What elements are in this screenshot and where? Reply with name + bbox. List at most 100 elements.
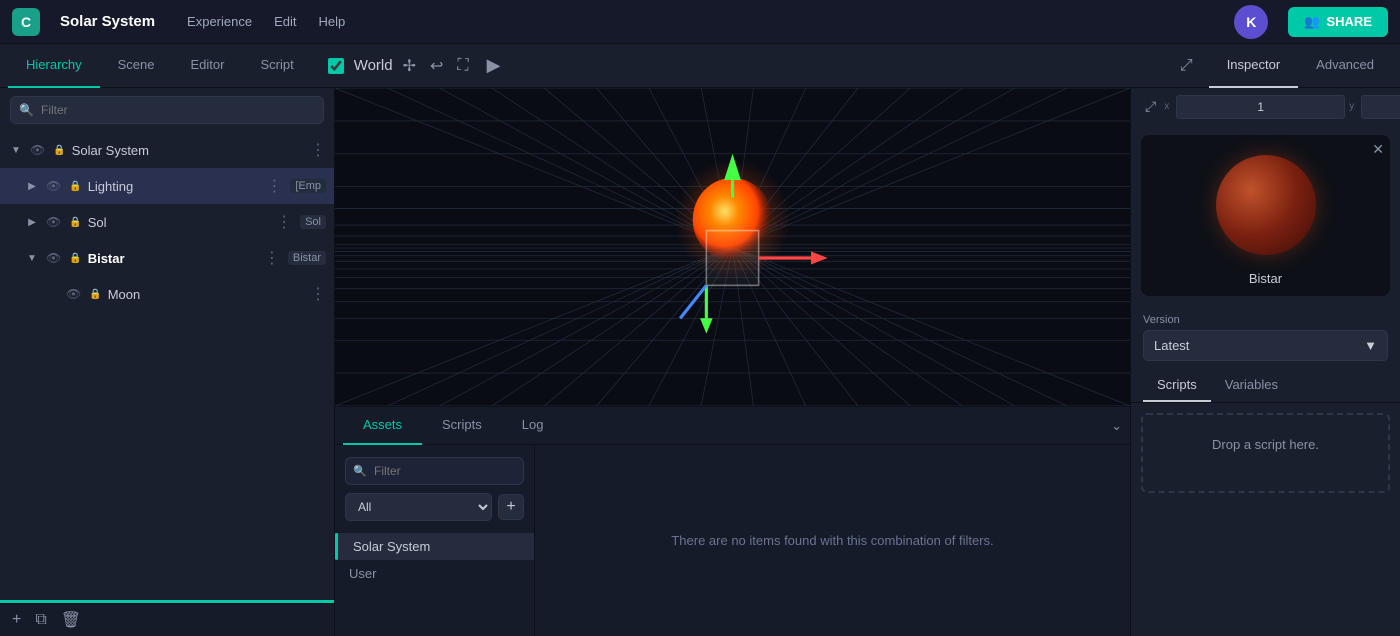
- xyz-y-group: y: [1349, 95, 1400, 119]
- inspector-panel: ⤢ x y z ✕ Bistar Version Latest: [1130, 88, 1400, 636]
- fullscreen-icon[interactable]: ⛶: [457, 57, 468, 75]
- eye-sol[interactable]: 👁: [46, 215, 61, 229]
- bistar-preview: ✕ Bistar: [1141, 135, 1390, 296]
- chevron-sol[interactable]: ▶: [24, 217, 40, 228]
- sv-tab-scripts[interactable]: Scripts: [1143, 369, 1211, 402]
- lock-solar-system[interactable]: 🔒: [53, 145, 65, 156]
- lock-bistar[interactable]: 🔒: [69, 253, 81, 264]
- hier-item-lighting[interactable]: ▶ 👁 🔒 Lighting ⋮ [Emp: [0, 168, 334, 204]
- xyz-x-group: x: [1164, 95, 1345, 119]
- nav-menu: Experience Edit Help: [185, 10, 347, 33]
- expand-xyz-icon[interactable]: ⤢: [1141, 94, 1160, 119]
- hierarchy-panel: 🔍 ▼ 👁 🔒 Solar System ⋮ ▶ 👁 🔒 Lighting ⋮ …: [0, 88, 335, 636]
- scripts-vars-tabs: Scripts Variables: [1131, 369, 1400, 403]
- inspector-tab-inspector[interactable]: Inspector: [1209, 44, 1298, 88]
- main-layout: 🔍 ▼ 👁 🔒 Solar System ⋮ ▶ 👁 🔒 Lighting ⋮ …: [0, 88, 1400, 636]
- y-label: y: [1349, 101, 1359, 112]
- label-bistar: Bistar: [88, 251, 260, 266]
- active-group-bar: [335, 533, 338, 560]
- bottom-panel: Assets Scripts Log ⌄ 🔍 All: [335, 406, 1130, 636]
- expand-viewport-button[interactable]: ⤢: [1180, 57, 1193, 75]
- asset-filter-input[interactable]: [345, 457, 524, 485]
- dots-bistar[interactable]: ⋮: [264, 248, 280, 268]
- hier-item-sol[interactable]: ▶ 👁 🔒 Sol ⋮ Sol: [0, 204, 334, 240]
- world-section: World ✢ ↩ ⛶ ▶ ⤢: [312, 55, 1209, 76]
- tag-bistar: Bistar: [288, 251, 326, 265]
- tab-scene[interactable]: Scene: [100, 44, 173, 88]
- tab-editor[interactable]: Editor: [173, 44, 243, 88]
- inspector-tab-advanced[interactable]: Advanced: [1298, 44, 1392, 88]
- hier-item-solar-system[interactable]: ▼ 👁 🔒 Solar System ⋮: [0, 132, 334, 168]
- xyz-x-input[interactable]: [1176, 95, 1345, 119]
- bottom-tab-assets[interactable]: Assets: [343, 407, 422, 445]
- label-solar-system: Solar System: [72, 143, 306, 158]
- eye-solar-system[interactable]: 👁: [30, 143, 45, 157]
- dots-solar-system[interactable]: ⋮: [310, 140, 326, 160]
- hierarchy-bottom-bar: + ⧉ 🗑: [0, 603, 334, 636]
- move-icon[interactable]: ✢: [403, 56, 416, 76]
- asset-type-select[interactable]: All Scripts Images: [345, 493, 492, 521]
- xyz-y-input[interactable]: [1361, 95, 1400, 119]
- assets-main: There are no items found with this combi…: [535, 445, 1130, 636]
- world-label: World: [354, 57, 393, 74]
- bottom-tab-bar: Assets Scripts Log ⌄: [335, 407, 1130, 445]
- dots-sol[interactable]: ⋮: [276, 212, 292, 232]
- nav-experience[interactable]: Experience: [185, 10, 254, 33]
- lock-lighting[interactable]: 🔒: [69, 181, 81, 192]
- delete-object-button[interactable]: 🗑: [61, 610, 81, 630]
- viewport[interactable]: [335, 88, 1130, 406]
- sv-tab-variables[interactable]: Variables: [1211, 369, 1292, 402]
- nav-edit[interactable]: Edit: [272, 10, 298, 33]
- share-button[interactable]: 👥 SHARE: [1288, 7, 1388, 37]
- chevron-lighting[interactable]: ▶: [24, 181, 40, 192]
- play-button[interactable]: ▶: [487, 55, 501, 76]
- asset-filter-wrap: 🔍: [345, 457, 524, 485]
- hierarchy-search-area: 🔍: [0, 88, 334, 132]
- drop-script-area[interactable]: Drop a script here.: [1141, 413, 1390, 493]
- hier-item-moon[interactable]: 👁 🔒 Moon ⋮: [0, 276, 334, 312]
- version-label: Version: [1143, 314, 1388, 326]
- nav-help[interactable]: Help: [317, 10, 348, 33]
- preview-close-button[interactable]: ✕: [1372, 141, 1384, 158]
- lock-sol[interactable]: 🔒: [69, 217, 81, 228]
- user-avatar[interactable]: K: [1234, 5, 1268, 39]
- bistar-name-label: Bistar: [1249, 271, 1282, 286]
- chevron-bistar[interactable]: ▼: [24, 253, 40, 264]
- bistar-sphere: [1216, 155, 1316, 255]
- lock-moon[interactable]: 🔒: [89, 289, 101, 300]
- asset-group-solar-system[interactable]: Solar System: [335, 533, 534, 560]
- asset-group-user[interactable]: User: [335, 560, 534, 587]
- hierarchy-filter-input[interactable]: [10, 96, 324, 124]
- asset-filter-area: 🔍: [345, 457, 524, 485]
- app-logo: C: [12, 8, 40, 36]
- duplicate-object-button[interactable]: ⧉: [35, 611, 46, 629]
- eye-lighting[interactable]: 👁: [46, 179, 61, 193]
- tab-script[interactable]: Script: [242, 44, 311, 88]
- tag-lighting: [Emp: [290, 179, 326, 193]
- dots-lighting[interactable]: ⋮: [266, 176, 282, 196]
- tab-bar: Hierarchy Scene Editor Script World ✢ ↩ …: [0, 44, 1400, 88]
- add-object-button[interactable]: +: [12, 611, 21, 629]
- dots-moon[interactable]: ⋮: [310, 284, 326, 304]
- asset-type-row: All Scripts Images +: [345, 493, 524, 521]
- bottom-tab-scripts[interactable]: Scripts: [422, 407, 502, 445]
- toolbar-icons: ✢ ↩ ⛶: [403, 56, 469, 76]
- version-select[interactable]: Latest ▼: [1143, 330, 1388, 361]
- label-sol: Sol: [88, 215, 272, 230]
- bottom-expand-icon[interactable]: ⌄: [1111, 418, 1122, 434]
- bottom-tab-log[interactable]: Log: [502, 407, 564, 445]
- chevron-solar-system[interactable]: ▼: [8, 145, 24, 156]
- search-icon: 🔍: [19, 103, 34, 117]
- eye-bistar[interactable]: 👁: [46, 251, 61, 265]
- eye-moon[interactable]: 👁: [66, 287, 81, 301]
- viewport-grid: [335, 88, 1130, 406]
- world-checkbox[interactable]: [328, 58, 344, 74]
- asset-search-icon: 🔍: [353, 465, 367, 478]
- tab-hierarchy[interactable]: Hierarchy: [8, 44, 100, 88]
- undo-icon[interactable]: ↩: [430, 56, 443, 76]
- asset-add-button[interactable]: +: [498, 494, 524, 520]
- tag-sol: Sol: [300, 215, 326, 229]
- x-label: x: [1164, 101, 1174, 112]
- hier-item-bistar[interactable]: ▼ 👁 🔒 Bistar ⋮ Bistar: [0, 240, 334, 276]
- app-title: Solar System: [60, 13, 155, 30]
